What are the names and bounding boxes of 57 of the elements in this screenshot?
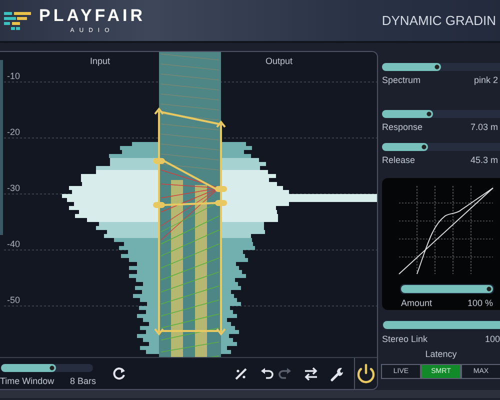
mapping-line bbox=[160, 94, 220, 100]
logo-icon bbox=[4, 10, 31, 32]
plugin-title: DYNAMIC GRADIN bbox=[382, 12, 496, 30]
mapping-line bbox=[160, 300, 220, 316]
mapping-line bbox=[160, 342, 220, 352]
mapping-line bbox=[160, 144, 220, 150]
slider-track[interactable] bbox=[382, 63, 500, 71]
curve-handle[interactable] bbox=[215, 200, 227, 206]
swap-icon[interactable] bbox=[302, 364, 320, 382]
mapping-line bbox=[160, 64, 220, 70]
curve-handle[interactable] bbox=[215, 186, 227, 192]
mapping-line bbox=[160, 104, 220, 110]
curve-segment bbox=[160, 111, 220, 125]
range-rail[interactable] bbox=[154, 107, 164, 336]
mapping-line bbox=[160, 134, 220, 140]
column-heading: Output bbox=[265, 56, 293, 66]
brand-name: PLAYFAIR bbox=[39, 7, 146, 24]
scale-label: -40 bbox=[7, 239, 20, 249]
mapping-line bbox=[160, 54, 220, 60]
scale-label: -50 bbox=[7, 295, 20, 305]
latency-label: Latency bbox=[425, 349, 457, 360]
stereo-link-label: Stereo Link bbox=[382, 334, 428, 345]
mapping-line bbox=[160, 154, 220, 160]
scrollbar[interactable] bbox=[0, 60, 3, 235]
stereo-link-value: 100 bbox=[484, 334, 500, 345]
slider-track[interactable] bbox=[382, 110, 500, 118]
power-button[interactable] bbox=[354, 358, 377, 389]
curve-handle[interactable] bbox=[153, 202, 165, 208]
time-window-value: 8 Bars bbox=[70, 376, 96, 387]
curve-segment bbox=[164, 202, 216, 206]
mapping-line bbox=[160, 272, 220, 292]
slider-track[interactable] bbox=[382, 143, 500, 151]
time-window-label: Time Window bbox=[0, 376, 54, 387]
control-label: Response bbox=[382, 122, 423, 133]
range-rail[interactable] bbox=[216, 120, 226, 336]
amount-label: Amount bbox=[401, 298, 432, 309]
curve-segment bbox=[164, 160, 216, 190]
time-window-slider[interactable] bbox=[1, 364, 93, 372]
control-value: pink 2 bbox=[474, 75, 498, 86]
control-label: Spectrum bbox=[382, 75, 421, 86]
control-value: 7.03 m bbox=[470, 122, 498, 133]
mapping-line bbox=[160, 258, 220, 280]
scale-label: -20 bbox=[7, 127, 20, 137]
curve-handle[interactable] bbox=[153, 158, 165, 164]
mapping-line bbox=[160, 124, 220, 130]
control-label: Release bbox=[382, 155, 416, 166]
mapping-line bbox=[160, 74, 220, 80]
mapping-line bbox=[160, 84, 220, 90]
mapping-line bbox=[160, 314, 220, 328]
scale-label: -10 bbox=[7, 71, 20, 81]
scale-label: -30 bbox=[7, 183, 20, 193]
control-value: 45.3 m bbox=[470, 155, 498, 166]
reset-icon[interactable] bbox=[110, 364, 128, 382]
amount-value: 100 % bbox=[467, 298, 493, 309]
column-heading: Input bbox=[90, 56, 110, 66]
mapping-line bbox=[160, 286, 220, 304]
mapping-line bbox=[160, 244, 220, 268]
